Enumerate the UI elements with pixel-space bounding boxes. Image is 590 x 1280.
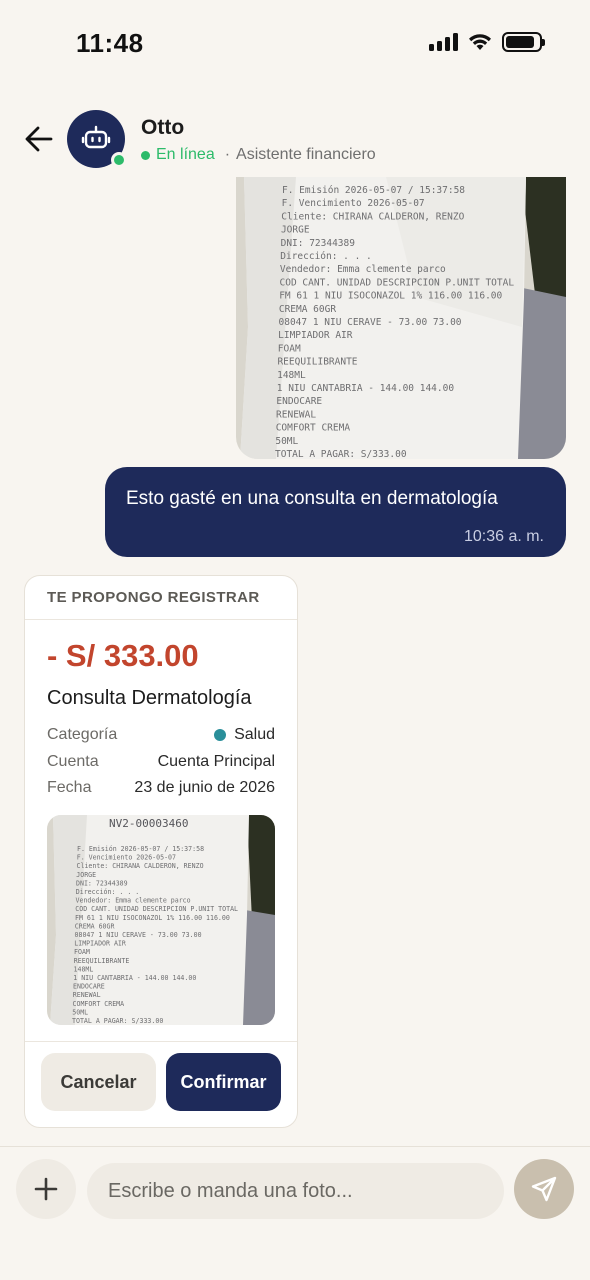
- cancel-button[interactable]: Cancelar: [41, 1053, 156, 1111]
- receipt-line: RENEWAL: [276, 409, 316, 420]
- receipt-line: COD CANT. UNIDAD DESCRIPCION P.UNIT TOTA…: [280, 277, 515, 288]
- row-label: Categoría: [47, 726, 118, 743]
- receipt-line: COD CANT. UNIDAD DESCRIPCION P.UNIT TOTA…: [75, 905, 238, 913]
- receipt-line: F. Vencimiento 2026-05-07: [77, 854, 176, 862]
- wifi-icon: [469, 34, 491, 50]
- outgoing-message[interactable]: Esto gasté en una consulta en dermatolog…: [105, 467, 566, 557]
- contact-status: En línea · Asistente financiero: [141, 146, 376, 164]
- send-button[interactable]: [514, 1159, 574, 1219]
- receipt-line: COMFORT CREMA: [276, 423, 351, 434]
- receipt-line: TOTAL A PAGAR: S/333.00: [72, 1017, 163, 1025]
- transaction-amount: - S/ 333.00: [47, 638, 199, 673]
- message-input[interactable]: [87, 1163, 504, 1219]
- card-header: TE PROPONGO REGISTRAR: [25, 576, 297, 620]
- row-value: Cuenta Principal: [157, 753, 275, 770]
- robot-icon: [81, 125, 111, 149]
- receipt-line: CREMA 60GR: [75, 922, 115, 930]
- online-indicator: [111, 152, 127, 168]
- transaction-title: Consulta Dermatología: [47, 687, 252, 709]
- receipt-line: F. Emisión 2026-05-07 / 15:37:58: [282, 185, 465, 196]
- status-icons: [429, 32, 545, 52]
- receipt-line: REEQUILIBRANTE: [74, 957, 130, 965]
- receipt-line: JORGE: [76, 871, 96, 879]
- receipt-line: Cliente: CHIRANA CALDERON, RENZO: [77, 862, 204, 870]
- category-value: Salud: [234, 726, 275, 743]
- avatar[interactable]: [67, 110, 127, 168]
- receipt-line: RENEWAL: [73, 991, 101, 999]
- receipt-line: 148ML: [277, 370, 306, 381]
- receipt-line: TOTAL A PAGAR: S/333.00: [275, 449, 407, 459]
- receipt-line: FM 61 1 NIU ISOCONAZOL 1% 116.00 116.00: [279, 291, 502, 302]
- receipt-line: LIMPIADOR AIR: [278, 330, 353, 341]
- receipt-photo: F. Emisión 2026-05-07 / 15:37:58 F. Venci…: [236, 177, 566, 459]
- receipt-line: Vendedor: Emma clemente parco: [280, 264, 446, 275]
- receipt-line: 50ML: [72, 1008, 88, 1016]
- cellular-signal-icon: [429, 33, 458, 51]
- receipt-line: FOAM: [278, 343, 301, 354]
- receipt-line: Vendedor: Emma clemente parco: [76, 897, 191, 905]
- row-date: Fecha 23 de junio de 2026: [47, 779, 275, 797]
- proposal-card: TE PROPONGO REGISTRAR - S/ 333.00 Consul…: [24, 575, 298, 1128]
- receipt-line: REEQUILIBRANTE: [277, 357, 357, 368]
- receipt-line: JORGE: [281, 225, 310, 236]
- status-time: 11:48: [76, 28, 144, 58]
- receipt-line: DNI: 72344389: [76, 879, 128, 887]
- message-text: Esto gasté en una consulta en dermatolog…: [126, 488, 498, 509]
- receipt-line: 1 NIU CANTABRIA - 144.00 144.00: [277, 383, 455, 394]
- receipt-line: FOAM: [74, 948, 90, 956]
- add-attachment-button[interactable]: [16, 1159, 76, 1219]
- status-text: En línea: [156, 146, 215, 163]
- plus-icon: [34, 1177, 58, 1201]
- receipt-line: F. Emisión 2026-05-07 / 15:37:58: [77, 845, 204, 853]
- status-bar: 11:48: [0, 0, 590, 88]
- receipt-thumbnail[interactable]: NV2-00003460 F. Emisión 2026-05-07 / 15:…: [47, 815, 275, 1025]
- receipt-line: Dirección: . . .: [280, 251, 372, 262]
- message-time: 10:36 a. m.: [463, 528, 544, 545]
- receipt-line: CREMA 60GR: [279, 304, 336, 315]
- message-composer: [0, 1146, 590, 1280]
- online-status-dot: [141, 150, 150, 160]
- row-account: Cuenta Cuenta Principal: [47, 753, 275, 771]
- contact-role: Asistente financiero: [236, 146, 376, 163]
- battery-icon: [502, 32, 545, 52]
- back-button[interactable]: [22, 122, 56, 156]
- card-actions: Cancelar Confirmar: [25, 1041, 297, 1127]
- thumbnail-header: NV2-00003460: [109, 817, 188, 830]
- receipt-line: 148ML: [74, 965, 94, 973]
- receipt-line: Cliente: CHIRANA CALDERON, RENZO: [281, 211, 464, 222]
- receipt-line: ENDOCARE: [276, 396, 322, 407]
- row-label: Cuenta: [47, 753, 99, 770]
- row-category: Categoría Salud: [47, 726, 275, 744]
- receipt-line: COMFORT CREMA: [73, 1000, 125, 1008]
- back-arrow-icon: [25, 126, 53, 152]
- receipt-line: F. Vencimiento 2026-05-07: [282, 198, 425, 209]
- receipt-line: 50ML: [275, 436, 298, 447]
- receipt-line: ENDOCARE: [73, 983, 105, 991]
- status-separator: ·: [224, 146, 231, 163]
- chat-header: Otto En línea · Asistente financiero: [0, 100, 590, 180]
- receipt-line: DNI: 72344389: [281, 238, 356, 249]
- row-label: Fecha: [47, 779, 92, 796]
- row-value: 23 de junio de 2026: [134, 779, 275, 796]
- receipt-line: LIMPIADOR AIR: [74, 940, 126, 948]
- receipt-thumbnail-photo: NV2-00003460 F. Emisión 2026-05-07 / 15:…: [47, 815, 275, 1025]
- confirm-button[interactable]: Confirmar: [166, 1053, 281, 1111]
- row-value: Salud: [214, 726, 275, 744]
- category-color-dot: [214, 729, 227, 741]
- send-icon: [531, 1176, 557, 1202]
- receipt-line: 1 NIU CANTABRIA - 144.00 144.00: [73, 974, 196, 982]
- receipt-line: 08047 1 NIU CERAVE - 73.00 73.00: [279, 317, 462, 328]
- receipt-line: FM 61 1 NIU ISOCONAZOL 1% 116.00 116.00: [75, 914, 230, 922]
- receipt-photo-message[interactable]: F. Emisión 2026-05-07 / 15:37:58 F. Venci…: [236, 177, 566, 459]
- receipt-line: Dirección: . . .: [76, 888, 140, 896]
- contact-name: Otto: [141, 116, 185, 139]
- receipt-line: 08047 1 NIU CERAVE - 73.00 73.00: [75, 931, 202, 939]
